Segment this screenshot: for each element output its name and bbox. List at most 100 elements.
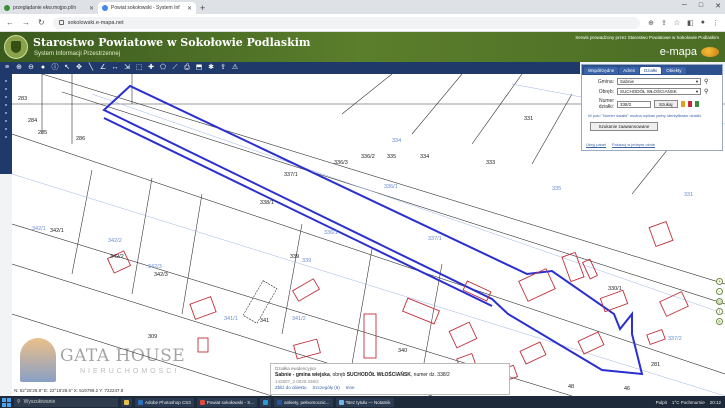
info-icon[interactable]: ⓘ <box>51 64 59 72</box>
weather-status[interactable]: 1°C Pochmurnie <box>672 400 705 405</box>
draw-point-icon[interactable]: ✚ <box>147 64 155 72</box>
zoom-to-object-link[interactable]: Zbliż do obiektu <box>275 385 307 390</box>
strip-handle[interactable] <box>5 80 7 82</box>
search-icon: ⚲ <box>17 399 21 405</box>
draw-line-icon[interactable]: ⟋ <box>171 64 179 72</box>
measure-angle-icon[interactable]: ∠ <box>99 64 107 72</box>
measure-distance-icon[interactable]: ↔ <box>111 64 119 72</box>
url-field[interactable]: sokolowski.e-mapa.net <box>52 16 641 29</box>
browser-tab-1[interactable]: przeglądanie ekw.mojpo.pl/n ✕ <box>0 2 98 14</box>
zoom-out-icon[interactable]: ⊖ <box>27 64 35 72</box>
strip-handle[interactable] <box>5 136 7 138</box>
save-map-icon[interactable]: ⬒ <box>195 64 203 72</box>
taskbar-app-chrome[interactable]: Powiat sokołowski - S... <box>196 397 258 407</box>
parcel-label: 342/3 <box>148 264 162 270</box>
search-icon[interactable]: ⚲ <box>704 78 708 85</box>
color-swatch-green[interactable] <box>694 101 699 107</box>
strip-handle[interactable] <box>5 88 7 90</box>
measure-area-icon[interactable]: ⇲ <box>123 64 131 72</box>
color-swatch-yellow[interactable] <box>680 101 685 107</box>
color-swatch-red[interactable] <box>687 101 692 107</box>
popup-parcel-id: 142807_2.0020.338/2 <box>275 379 319 384</box>
share-icon[interactable]: ⇪ <box>661 19 667 27</box>
zoom-icon[interactable]: ⊕ <box>648 19 654 27</box>
taskbar-search[interactable]: ⚲ Wyszukiwanie <box>14 397 118 407</box>
taskbar-app-label: ankiety, pełnomocnic... <box>284 399 330 405</box>
windows-start-icon[interactable] <box>2 397 11 407</box>
close-tab-icon[interactable]: ✕ <box>187 5 192 12</box>
taskbar-app-explorer[interactable] <box>121 397 132 407</box>
parcel-number-row: Numer działki: 338/2 Szukaj <box>588 98 722 110</box>
info-icon[interactable]: i <box>716 308 723 315</box>
strip-handle[interactable] <box>5 96 7 98</box>
profile-icon[interactable]: ● <box>701 19 705 27</box>
browser-tab-2[interactable]: Powiat sokołowski - System Inf ✕ <box>98 2 196 14</box>
print-icon[interactable]: ⎙ <box>183 64 191 72</box>
layers-icon[interactable]: ≡ <box>3 64 11 72</box>
zoom-in-icon[interactable]: ⊕ <box>15 64 23 72</box>
gmina-select[interactable]: Sabnie ▼ <box>617 78 701 85</box>
single-window-link[interactable]: Pokazuj w jednym oknie <box>612 142 655 147</box>
full-extent-icon[interactable]: ● <box>39 64 47 72</box>
parcel-label: 285 <box>38 130 48 136</box>
strip-handle[interactable] <box>5 120 7 122</box>
pan-icon[interactable]: ✥ <box>75 64 83 72</box>
strip-handle[interactable] <box>5 104 7 106</box>
parcel-label: 340 <box>398 348 408 354</box>
new-tab-button[interactable]: + <box>196 2 209 14</box>
reload-icon[interactable]: ↻ <box>38 18 45 27</box>
menu-icon[interactable]: ⋮ <box>712 19 719 27</box>
tab-parcels[interactable]: Działki <box>640 66 662 74</box>
parcel-label: 284 <box>28 118 38 124</box>
measure-line-icon[interactable]: ╲ <box>87 64 95 72</box>
close-tab-icon[interactable]: ✕ <box>89 5 94 12</box>
parcel-label: 281 <box>651 362 661 368</box>
extension-icon[interactable]: ◧ <box>687 19 694 27</box>
minimize-icon[interactable]: ─ <box>682 2 687 10</box>
tab-favicon-icon <box>4 5 10 11</box>
close-window-icon[interactable]: ✕ <box>715 2 721 10</box>
add-icon[interactable]: + <box>716 278 723 285</box>
minus-icon[interactable]: − <box>716 288 723 295</box>
tab-label: przeglądanie ekw.mojpo.pl/n <box>13 5 77 11</box>
locate-icon[interactable]: ◎ <box>716 298 723 305</box>
strip-handle[interactable] <box>5 112 7 114</box>
parcel-number-value: 338/2 <box>620 101 632 107</box>
tab-coordinates[interactable]: Współrzędne <box>584 66 619 74</box>
taskbar-app-edge[interactable] <box>260 397 272 407</box>
share-map-icon[interactable]: ⇪ <box>219 64 227 72</box>
tab-objects[interactable]: Obiekty <box>662 66 686 74</box>
popup-desc-mid: , obręb <box>329 372 347 378</box>
other-link[interactable]: Inne <box>346 385 355 390</box>
select-arrow-icon[interactable]: ↖ <box>63 64 71 72</box>
taskbar-app-notepad[interactable]: *Bez tytułu — Notatnik <box>335 397 394 407</box>
parcel-number-input[interactable]: 338/2 <box>617 100 651 108</box>
desktop-label[interactable]: Pulpit <box>656 400 667 405</box>
hide-panel-link[interactable]: Ukryj panel <box>586 142 606 147</box>
advanced-search-button[interactable]: Szukanie zaawansowane <box>590 122 658 131</box>
clock[interactable]: 20:12 <box>710 400 721 405</box>
obreb-select[interactable]: SUCHODÓŁ WŁOŚCIAŃSK ▼ <box>617 88 701 95</box>
bookmark-icon[interactable]: ☆ <box>674 19 680 27</box>
warning-icon[interactable]: ⚠ <box>231 64 239 72</box>
strip-handle[interactable] <box>5 128 7 130</box>
forward-icon[interactable]: → <box>22 18 30 27</box>
service-info: Serwis prowadzony przez Starostwo Powiat… <box>575 35 719 40</box>
layers-icon[interactable]: ≡ <box>716 318 723 325</box>
taskbar-app-label: Powiat sokołowski - S... <box>206 399 255 405</box>
tab-address[interactable]: Adres <box>619 66 640 74</box>
parcel-label: 330/1 <box>608 286 622 292</box>
search-icon[interactable]: ⚲ <box>704 88 708 95</box>
search-button[interactable]: Szukaj <box>654 100 678 108</box>
parcel-label: 336/3 <box>334 160 348 166</box>
site-title: Starostwo Powiatowe w Sokołowie Podlaski… <box>33 36 311 49</box>
draw-polygon-icon[interactable]: ⬠ <box>159 64 167 72</box>
parcel-label: 342/1 <box>32 226 46 232</box>
settings-icon[interactable]: ✱ <box>207 64 215 72</box>
details-link[interactable]: Szczegóły (6) <box>313 385 340 390</box>
taskbar-app-word[interactable]: ankiety, pełnomocnic... <box>274 397 333 407</box>
back-icon[interactable]: ← <box>6 18 14 27</box>
taskbar-app-photoshop[interactable]: Adobe Photoshop CS3 <box>135 397 194 407</box>
maximize-icon[interactable]: □ <box>699 2 703 10</box>
select-rect-icon[interactable]: ⬚ <box>135 64 143 72</box>
